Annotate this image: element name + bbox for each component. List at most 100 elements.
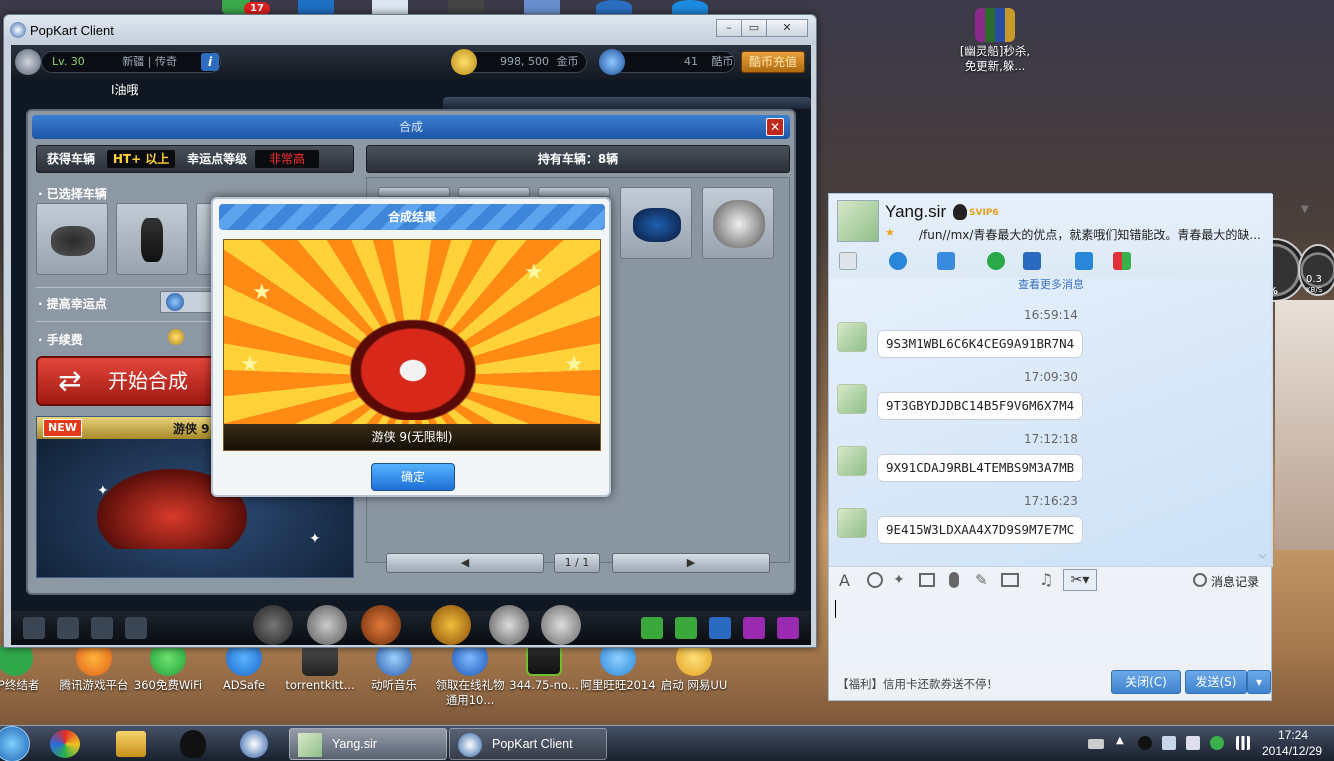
message-bubble[interactable]: 9T3GBYDJDBC14B5F9V6M6X7M4 [877,392,1084,420]
message-bubble[interactable]: 9S3M1WBL6C6K4CEG9A91BR7N4 [877,330,1084,358]
send-file-icon[interactable] [937,252,955,270]
font-icon[interactable]: A [839,571,850,590]
edit-icon[interactable]: ✎ [975,571,988,589]
volume-icon[interactable] [1186,736,1200,750]
emoji-icon[interactable] [867,572,883,588]
house-icon[interactable] [57,617,79,639]
notes-icon[interactable] [125,617,147,639]
remote-assist-icon[interactable] [1075,252,1093,270]
history-icon[interactable] [1193,573,1207,587]
keyboard-icon[interactable] [1088,739,1104,749]
network-tray-icon[interactable] [1162,736,1176,750]
tuning-icon[interactable] [489,605,529,645]
screenshot-icon[interactable] [919,573,935,587]
signal-icon[interactable] [1236,736,1250,750]
player-level: Lv. 30 [52,55,85,68]
clock-time[interactable]: 17:24 [1278,728,1308,742]
player-avatar[interactable] [15,49,41,75]
clock-date[interactable]: 2014/12/29 [1262,744,1322,758]
desktop-icon-archive[interactable]: [幽灵船]秒杀,免更新,躲... [955,8,1035,74]
video-call-icon[interactable] [889,252,907,270]
scroll-down-icon[interactable]: ⌵ [1259,550,1267,561]
panel-close-icon[interactable]: ✕ [766,118,784,136]
owned-slot-1[interactable] [378,187,450,197]
desktop-app-icon[interactable] [524,0,560,14]
send-options-button[interactable]: ▾ [1247,670,1271,694]
screen-share-icon[interactable] [1023,252,1041,270]
contact-name[interactable]: Yang.sir [885,202,946,222]
message-history-button[interactable]: 消息记录 [1211,573,1259,590]
desktop-app-icon[interactable] [372,0,408,14]
task-yang-sir[interactable]: Yang.sir [289,728,447,760]
desktop-icon[interactable]: 领取在线礼物通用10... [430,640,510,708]
pinned-app-icon[interactable] [50,730,80,758]
voice-call-icon[interactable] [839,252,857,270]
contact-avatar[interactable] [837,200,879,242]
wrench-icon[interactable] [541,605,581,645]
close-chat-button[interactable]: 关闭(C) [1111,670,1181,694]
ok-button[interactable]: 确定 [371,463,455,491]
player-name: I油哦 [111,83,139,97]
selected-slot-2[interactable] [116,203,188,275]
desktop-app-icon[interactable] [298,0,334,14]
message-bubble[interactable]: 9X91CDAJ9RBL4TEMBS9M3A7MB [877,454,1084,482]
qq-icon[interactable] [180,730,206,758]
voice-message-icon[interactable] [949,572,959,588]
chat-icon[interactable] [675,617,697,639]
message-area[interactable]: 查看更多消息 16:59:14 9S3M1WBL6C6K4CEG9A91BR7N… [829,278,1273,566]
owned-slot-4[interactable] [620,187,692,259]
desktop-app-icon[interactable] [596,0,632,14]
message-input[interactable] [829,594,1273,664]
add-friend-icon[interactable] [987,252,1005,270]
search-icon[interactable] [743,617,765,639]
race-flag-icon[interactable] [253,605,293,645]
task-popkart[interactable]: PopKart Client [449,728,607,760]
garage-icon[interactable] [361,605,401,645]
info-icon[interactable]: i [201,53,219,71]
image-icon[interactable] [1001,573,1019,587]
sender-avatar[interactable] [837,322,867,352]
more-messages-link[interactable]: 查看更多消息 [829,278,1273,292]
magic-icon[interactable]: ✦ [893,572,905,588]
sender-avatar[interactable] [837,384,867,414]
home-icon[interactable] [23,617,45,639]
apps-icon[interactable] [1113,252,1131,270]
game-viewport[interactable]: Lv. 30 新疆 | 传奇 i 998, 500 金币 41 酷币 酷币充值 … [11,45,811,645]
header-dropdown-icon[interactable]: ▼ [1301,204,1309,215]
prev-page-button[interactable]: ◀ [386,553,544,573]
back-icon[interactable] [91,617,113,639]
message-bubble[interactable]: 9E415W3LDXAA4X7D9S9M7E7MC [877,516,1084,544]
minimize-button[interactable]: – [716,19,742,37]
sender-avatar[interactable] [837,446,867,476]
alert-icon[interactable] [641,617,663,639]
maximize-button[interactable]: ▭ [741,19,767,37]
speedometer-icon[interactable] [307,605,347,645]
ad-text[interactable]: 【福利】信用卡还款券送不停！ [837,676,998,692]
window-titlebar[interactable]: PopKart Client [4,15,816,45]
explorer-icon[interactable] [116,731,146,757]
sender-avatar[interactable] [837,508,867,538]
selected-slot-1[interactable] [36,203,108,275]
tray-expand-icon[interactable]: ▲ [1116,735,1124,746]
close-button[interactable]: ✕ [766,19,808,37]
start-button[interactable] [0,726,30,761]
owned-slot-5[interactable] [702,187,774,259]
send-button[interactable]: 发送(S) [1185,670,1247,694]
owned-slot-2[interactable] [458,187,530,197]
recharge-button[interactable]: 酷币充值 [741,51,805,73]
fee-label: · 手续费 [38,333,83,347]
owned-slot-3[interactable] [538,187,610,197]
security-tray-icon[interactable] [1210,736,1224,750]
desktop-app-icon[interactable] [448,0,484,14]
community-icon[interactable] [709,617,731,639]
desktop-app-icon[interactable] [672,0,708,14]
shop-icon[interactable] [431,605,471,645]
scissors-icon[interactable]: ✂▾ [1063,569,1097,591]
desktop-icon-label: 344.75-no... [509,678,579,692]
music-note-icon[interactable]: ♫ [1039,570,1053,589]
pinned-music-icon[interactable] [240,730,268,758]
start-compose-button[interactable]: ⇄ 开始合成 [36,356,222,406]
next-page-button[interactable]: ▶ [612,553,770,573]
qq-tray-icon[interactable] [1138,736,1152,750]
settings-icon[interactable] [777,617,799,639]
